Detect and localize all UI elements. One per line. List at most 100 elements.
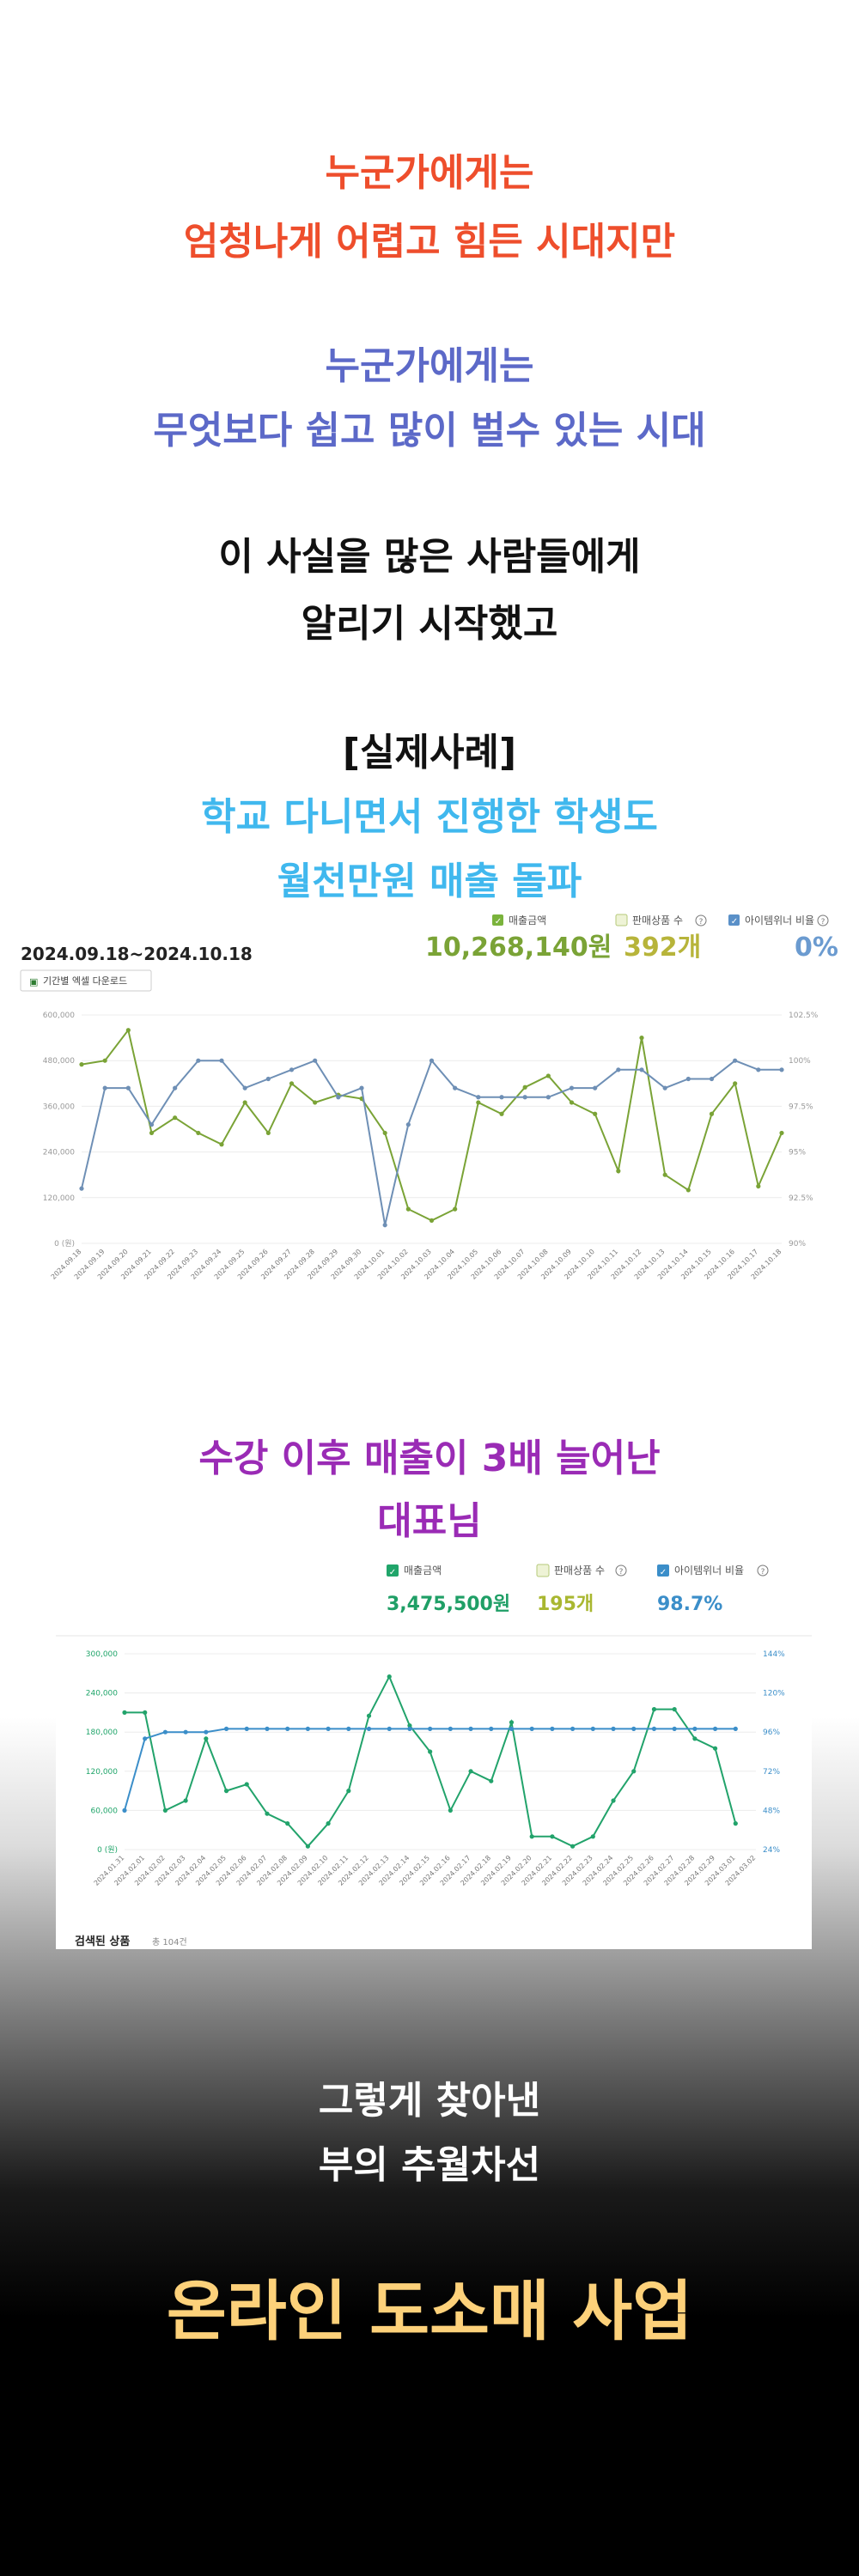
data-point[interactable]	[428, 1726, 433, 1731]
data-point[interactable]	[448, 1807, 453, 1813]
data-point[interactable]	[545, 1073, 551, 1078]
data-point[interactable]	[326, 1821, 331, 1826]
data-point[interactable]	[405, 1206, 411, 1212]
data-point[interactable]	[522, 1084, 527, 1090]
data-point[interactable]	[733, 1058, 738, 1063]
data-point[interactable]	[468, 1769, 473, 1774]
data-point[interactable]	[265, 1811, 270, 1816]
data-point[interactable]	[616, 1169, 621, 1174]
legend-checkbox-items[interactable]	[536, 1564, 550, 1577]
data-point[interactable]	[550, 1726, 555, 1731]
data-point[interactable]	[183, 1729, 188, 1735]
data-point[interactable]	[285, 1821, 290, 1826]
data-point[interactable]	[651, 1726, 657, 1731]
data-point[interactable]	[709, 1111, 715, 1116]
data-point[interactable]	[122, 1710, 127, 1715]
data-point[interactable]	[313, 1100, 318, 1105]
data-point[interactable]	[499, 1095, 504, 1100]
data-point[interactable]	[265, 1076, 271, 1082]
data-point[interactable]	[143, 1710, 148, 1715]
data-point[interactable]	[366, 1726, 372, 1731]
data-point[interactable]	[122, 1807, 127, 1813]
data-point[interactable]	[756, 1183, 761, 1189]
data-point[interactable]	[173, 1115, 178, 1121]
data-point[interactable]	[712, 1726, 718, 1731]
data-point[interactable]	[453, 1085, 458, 1091]
data-point[interactable]	[672, 1726, 677, 1731]
data-point[interactable]	[223, 1726, 229, 1731]
data-point[interactable]	[143, 1736, 148, 1741]
data-point[interactable]	[569, 1100, 575, 1105]
data-point[interactable]	[313, 1058, 318, 1063]
data-point[interactable]	[756, 1067, 761, 1072]
data-point[interactable]	[79, 1062, 84, 1067]
data-point[interactable]	[289, 1081, 295, 1086]
data-point[interactable]	[639, 1036, 644, 1041]
data-point[interactable]	[79, 1186, 84, 1191]
data-point[interactable]	[359, 1085, 364, 1091]
data-point[interactable]	[242, 1085, 247, 1091]
data-point[interactable]	[692, 1736, 698, 1741]
data-point[interactable]	[590, 1834, 595, 1839]
legend-checkbox-items[interactable]	[615, 914, 628, 927]
data-point[interactable]	[346, 1789, 351, 1794]
data-point[interactable]	[685, 1076, 691, 1082]
data-point[interactable]	[672, 1707, 677, 1712]
data-point[interactable]	[468, 1726, 473, 1731]
data-point[interactable]	[149, 1130, 155, 1136]
data-point[interactable]	[453, 1206, 458, 1212]
data-point[interactable]	[685, 1188, 691, 1193]
data-point[interactable]	[712, 1746, 718, 1751]
data-point[interactable]	[428, 1749, 433, 1754]
data-point[interactable]	[125, 1085, 131, 1091]
data-point[interactable]	[125, 1028, 131, 1033]
data-point[interactable]	[476, 1100, 481, 1105]
data-point[interactable]	[611, 1726, 616, 1731]
data-point[interactable]	[429, 1218, 435, 1223]
data-point[interactable]	[204, 1729, 209, 1735]
data-point[interactable]	[196, 1058, 201, 1063]
data-point[interactable]	[387, 1674, 392, 1680]
data-point[interactable]	[631, 1726, 637, 1731]
data-point[interactable]	[489, 1726, 494, 1731]
data-point[interactable]	[407, 1726, 412, 1731]
data-point[interactable]	[387, 1726, 392, 1731]
data-point[interactable]	[382, 1223, 387, 1228]
data-point[interactable]	[346, 1726, 351, 1731]
data-point[interactable]	[733, 1081, 738, 1086]
data-point[interactable]	[489, 1778, 494, 1783]
data-point[interactable]	[289, 1067, 295, 1072]
data-point[interactable]	[336, 1095, 341, 1100]
data-point[interactable]	[529, 1834, 534, 1839]
data-point[interactable]	[570, 1726, 576, 1731]
data-point[interactable]	[590, 1726, 595, 1731]
data-point[interactable]	[102, 1085, 107, 1091]
data-point[interactable]	[102, 1058, 107, 1063]
data-point[interactable]	[709, 1076, 715, 1082]
data-point[interactable]	[305, 1726, 310, 1731]
data-point[interactable]	[733, 1821, 738, 1826]
data-point[interactable]	[611, 1798, 616, 1803]
data-point[interactable]	[223, 1789, 229, 1794]
data-point[interactable]	[366, 1713, 372, 1718]
data-point[interactable]	[162, 1729, 168, 1735]
data-point[interactable]	[242, 1100, 247, 1105]
data-point[interactable]	[733, 1726, 738, 1731]
data-point[interactable]	[639, 1067, 644, 1072]
data-point[interactable]	[779, 1130, 784, 1136]
data-point[interactable]	[149, 1122, 155, 1127]
data-point[interactable]	[662, 1085, 667, 1091]
data-point[interactable]	[509, 1720, 515, 1725]
data-point[interactable]	[593, 1085, 598, 1091]
data-point[interactable]	[509, 1726, 515, 1731]
data-point[interactable]	[196, 1130, 201, 1136]
data-point[interactable]	[692, 1726, 698, 1731]
data-point[interactable]	[499, 1111, 504, 1116]
data-point[interactable]	[429, 1058, 435, 1063]
data-point[interactable]	[326, 1726, 331, 1731]
data-point[interactable]	[204, 1736, 209, 1741]
data-point[interactable]	[285, 1726, 290, 1731]
data-point[interactable]	[593, 1111, 598, 1116]
data-point[interactable]	[265, 1130, 271, 1136]
data-point[interactable]	[244, 1726, 249, 1731]
